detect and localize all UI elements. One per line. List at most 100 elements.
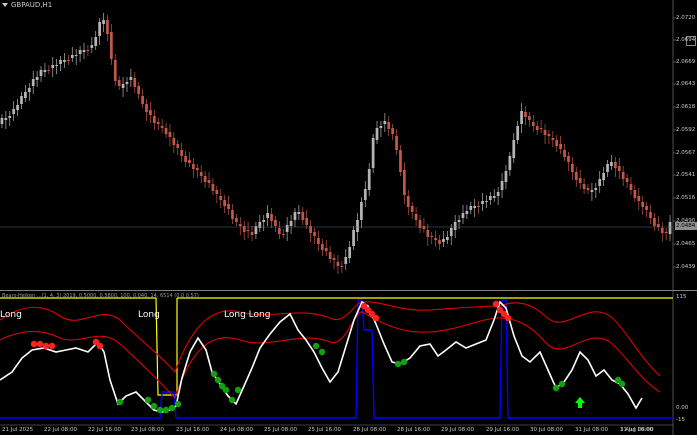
green-signal-dot [174,400,182,408]
time-axis-label: 29 Jul 16:00 [486,427,519,433]
candle-body [395,136,398,150]
red-signal-dot [48,342,56,350]
candle-body [332,258,336,260]
candle-body [82,50,86,52]
price-axis-label: 2.0465 [676,241,696,247]
chart-canvas[interactable] [0,0,697,435]
candle-body [317,238,320,244]
blue-line [0,299,673,419]
candle-body [571,164,574,172]
candle-body [449,228,453,236]
candle-body [649,212,652,218]
candle-body [231,210,234,219]
candle-body [621,172,625,179]
price-axis-label: 2.0516 [676,195,696,201]
candle-body [293,212,297,220]
green-signal-dot [318,348,326,356]
current-price-label: 2.0484 [675,222,697,230]
green-signal-dot [558,380,566,388]
candle-body [445,237,449,240]
candle-body [399,150,402,172]
candle-body [152,116,156,123]
time-axis-label: 29 Jul 08:00 [441,427,474,433]
dropdown-icon [2,3,8,7]
time-axis-label: 21 Jul 2025 [2,427,34,433]
candle-body [90,45,94,48]
candle-body [59,60,62,64]
candle-body [461,213,465,218]
candle-body [24,92,27,98]
candle-body [0,118,4,124]
candle-body [125,82,129,84]
candle-body [51,65,55,68]
green-signal-dot [116,398,124,406]
candle-body [35,77,39,80]
indicator-axis-label: -15 [676,417,685,423]
candle-body [344,257,348,264]
candle-body [305,218,309,225]
candle-body [567,156,570,162]
candle-body [98,22,101,36]
candle-body [55,65,59,66]
signal-long-3: Long Long [224,310,271,320]
candle-body [67,60,70,61]
candle-body [164,128,168,134]
signal-long-1: Long [0,310,22,320]
candle-body [426,230,430,237]
time-axis-label: 23 Jul 16:00 [176,427,209,433]
candle-body [78,50,82,54]
candle-body [328,252,332,259]
price-axis-label: 2.0669 [676,59,696,65]
green-signal-dot [234,386,242,394]
candle-body [625,178,629,182]
red-signal-dot [30,340,38,348]
price-candles [0,13,672,274]
green-signal-dot [156,406,164,414]
candle-body [176,144,180,148]
candle-body [39,70,43,76]
candle-body [219,196,223,200]
candle-body [356,220,359,232]
candle-body [47,70,51,71]
candle-body [63,60,66,62]
candle-body [289,221,293,226]
green-signal-dot [210,370,218,378]
symbol-title[interactable]: GBPAUD,H1 [2,1,52,9]
candle-body [504,171,508,182]
candle-body [547,134,551,136]
price-axis-label: 2.0541 [676,172,696,178]
candle-body [610,162,613,166]
candle-body [199,172,203,176]
candle-body [141,96,144,104]
candle-body [590,190,594,192]
candle-body [235,218,238,222]
candle-body [16,105,19,110]
price-axis-label: 2.0439 [676,264,696,270]
candle-body [496,192,500,196]
candle-body [457,220,461,222]
signal-long-2: Long [138,310,160,320]
candle-body [274,220,277,226]
green-signal-dot [394,360,402,368]
candle-body [12,109,16,114]
candle-body [438,240,441,244]
candle-body [500,181,504,190]
candle-body [203,176,207,182]
red-upper-band [0,301,661,377]
price-axis-label: 2.0618 [676,104,696,110]
candle-body [574,172,578,180]
green-signal-dot [144,396,152,404]
candle-body [403,170,406,195]
buy-arrow-icon [575,397,585,408]
candle-body [653,218,656,226]
time-axis-label: 31 Jul 08:00 [575,427,608,433]
candle-body [31,79,35,86]
price-axis-label: 2.0567 [676,150,696,156]
time-axis-label: 1 Aug 08:00 [620,427,654,433]
candle-body [508,156,512,170]
candle-body [383,121,387,124]
price-axis-label: 2.0720 [676,15,696,21]
green-signal-dot [150,402,158,410]
candle-body [531,122,535,126]
red-signal-dot [492,300,500,308]
